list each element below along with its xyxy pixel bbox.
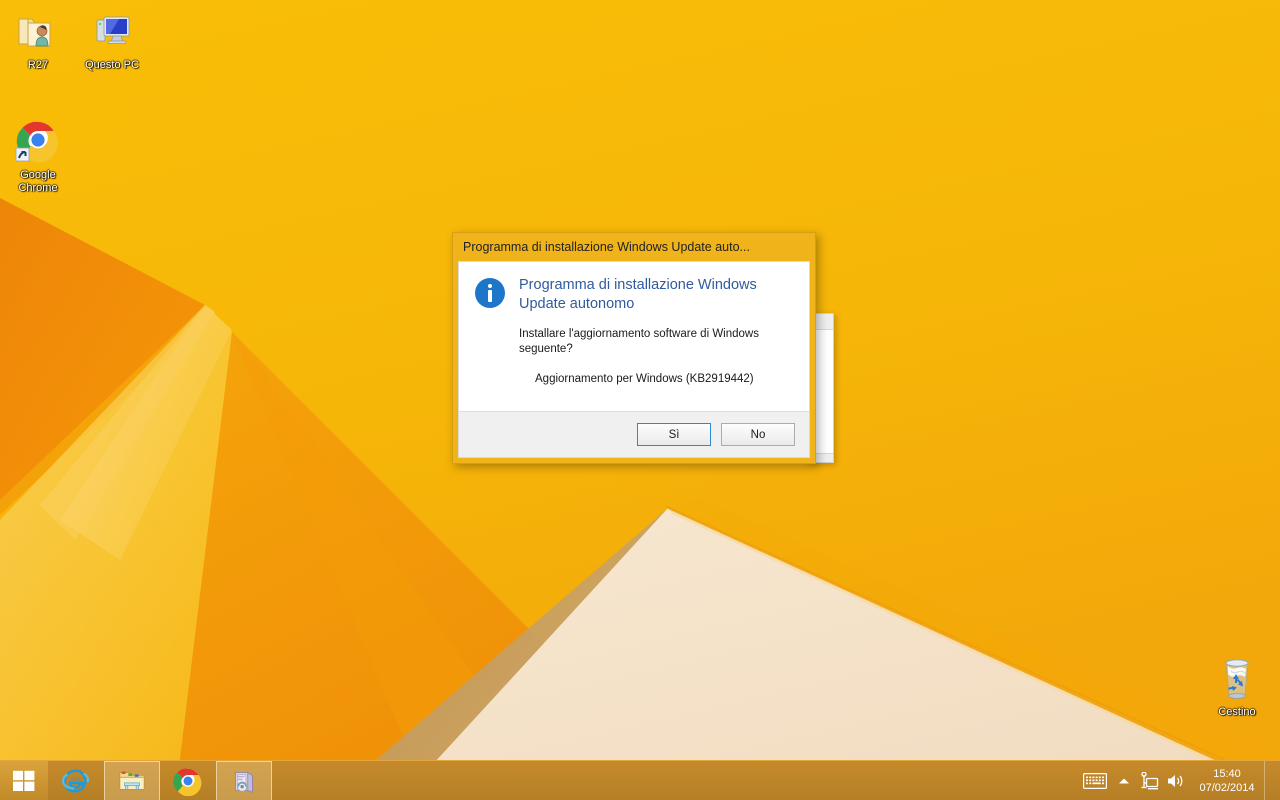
show-desktop-button[interactable] [1264,760,1272,800]
dialog-update-item: Aggiornamento per Windows (KB2919442) [535,373,754,385]
windows-update-standalone-installer-dialog[interactable]: Programma di installazione Windows Updat… [452,232,816,464]
desktop-icon-label: R27 [27,59,49,71]
chevron-up-icon [1119,778,1129,783]
speaker-icon [1168,774,1183,787]
computer-icon [88,8,136,56]
info-icon [475,278,505,308]
folder-user-icon [14,8,62,56]
recycle-bin-full-icon [1213,655,1261,703]
system-tray: 15:40 07/02/2014 [1078,760,1280,800]
dialog-footer: Sì No [459,411,809,457]
desktop-icon-label: Cestino [1218,706,1256,718]
keyboard-icon [1083,772,1107,789]
desktop[interactable]: R27 Questo PC Google Chrome Cestino Prog… [0,0,1280,800]
taskbar-button-internet-explorer[interactable] [48,761,104,800]
window-inner-panel [815,329,833,454]
taskbar-button-google-chrome[interactable] [160,761,216,800]
dialog-title-text: Programma di installazione Windows Updat… [463,240,750,254]
taskbar-button-file-explorer[interactable] [104,760,160,800]
dialog-titlebar[interactable]: Programma di installazione Windows Updat… [453,233,815,261]
taskbar-clock[interactable]: 15:40 07/02/2014 [1190,767,1264,795]
show-hidden-icons-button[interactable] [1112,761,1136,800]
chrome-icon [173,768,202,796]
taskbar-app-buttons [48,760,272,800]
chrome-icon [14,118,62,166]
taskbar[interactable]: 15:40 07/02/2014 [0,760,1280,800]
dialog-body: Programma di installazione Windows Updat… [458,261,810,458]
volume-button[interactable] [1162,761,1190,800]
start-button[interactable] [0,760,48,800]
dialog-question: Installare l'aggiornamento software di W… [519,328,759,355]
clock-date: 07/02/2014 [1199,781,1255,794]
desktop-icon-questo-pc[interactable]: Questo PC [74,8,150,72]
touch-keyboard-button[interactable] [1078,761,1112,800]
dialog-icon-slot [475,276,515,411]
desktop-icon-cestino[interactable]: Cestino [1199,655,1275,719]
yes-button[interactable]: Sì [637,423,711,446]
network-button[interactable] [1136,761,1162,800]
installer-package-icon [235,771,253,793]
dialog-text-block: Programma di installazione Windows Updat… [515,276,793,411]
internet-explorer-icon [61,768,90,793]
desktop-icon-r27[interactable]: R27 [0,8,76,72]
desktop-icon-label: Google Chrome [18,169,58,194]
file-explorer-icon [119,771,145,790]
dialog-heading: Programma di installazione Windows Updat… [519,277,757,312]
no-button[interactable]: No [721,423,795,446]
network-icon [1141,771,1159,789]
clock-time: 15:40 [1213,767,1241,780]
taskbar-button-windows-update-installer[interactable] [216,760,272,800]
desktop-icon-google-chrome[interactable]: Google Chrome [0,118,76,195]
windows-logo-icon [13,770,35,791]
desktop-icon-label: Questo PC [85,59,139,71]
dialog-content: Programma di installazione Windows Updat… [459,262,809,411]
